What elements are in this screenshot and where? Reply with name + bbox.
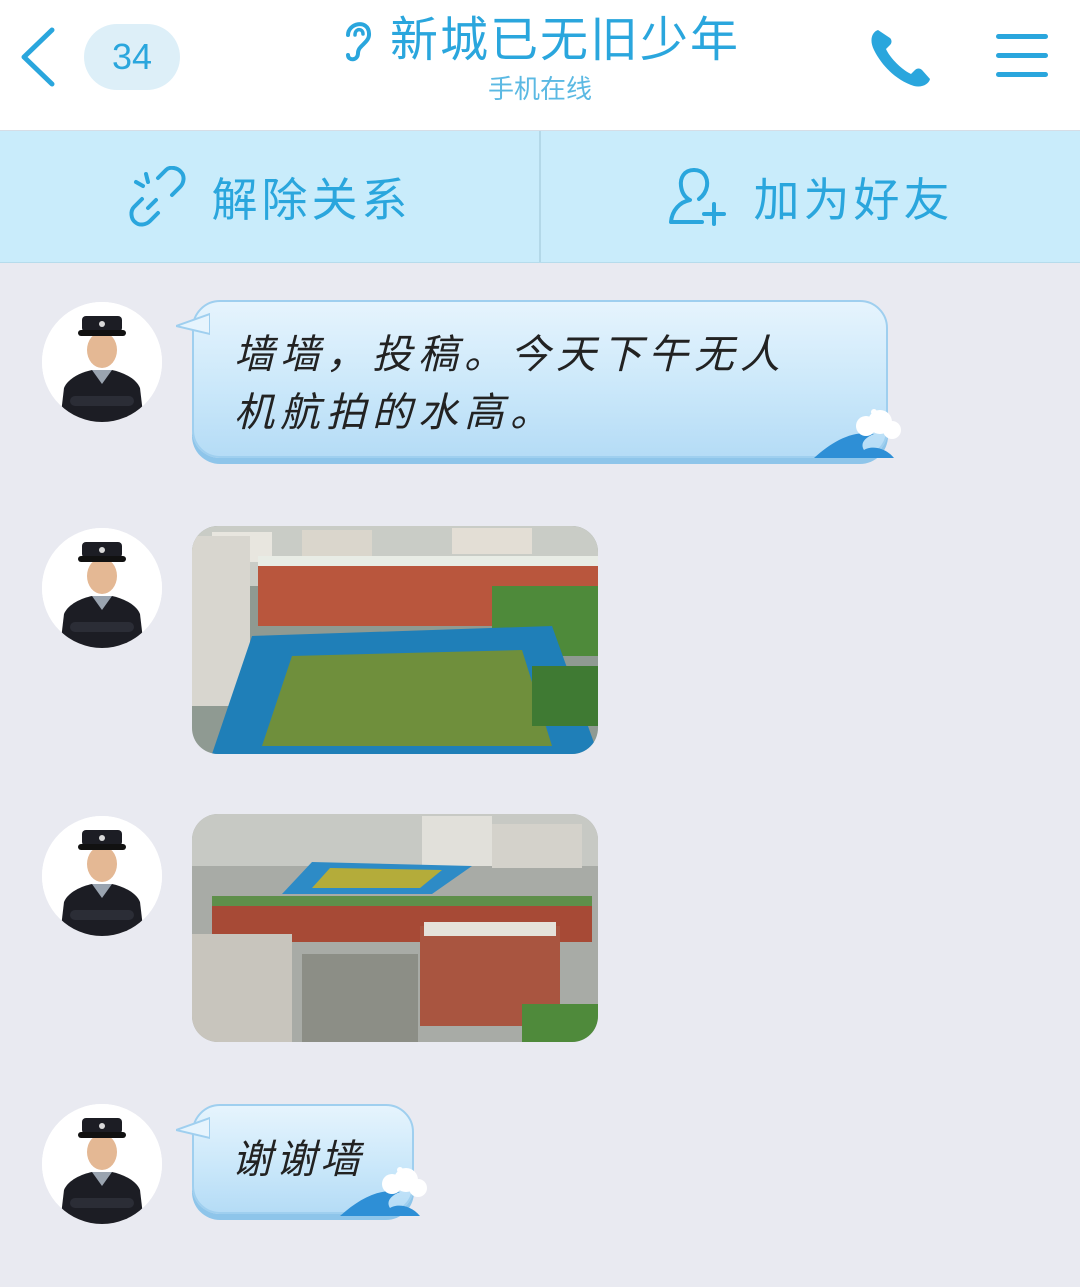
contact-status: 手机在线 bbox=[487, 75, 592, 105]
wave-decoration-icon bbox=[340, 1167, 427, 1216]
add-friend-button[interactable]: 加为好友 bbox=[541, 131, 1080, 262]
bubble-tail bbox=[176, 312, 210, 336]
add-friend-label: 加为好友 bbox=[753, 172, 954, 227]
chat-header: 34 新城已无旧少年 手机在线 bbox=[0, 0, 1080, 131]
back-chevron-icon[interactable] bbox=[14, 22, 64, 92]
unread-count-badge[interactable]: 34 bbox=[84, 24, 180, 90]
message-bubble[interactable]: 墙墙，投稿。今天下午无人 机航拍的水高。 bbox=[176, 300, 901, 458]
sender-avatar[interactable] bbox=[42, 302, 162, 422]
sender-avatar[interactable] bbox=[42, 1104, 162, 1224]
sender-avatar[interactable] bbox=[42, 816, 162, 936]
police-officer-avatar-image bbox=[42, 302, 162, 422]
message-line: 墙墙，投稿。今天下午无人 bbox=[234, 332, 786, 378]
message-image[interactable] bbox=[192, 814, 598, 1042]
sender-avatar[interactable] bbox=[42, 528, 162, 648]
add-friend-icon bbox=[668, 167, 726, 226]
police-officer-avatar-image bbox=[42, 528, 162, 648]
unlink-label: 解除关系 bbox=[211, 172, 412, 227]
aerial-school-buildings-image bbox=[192, 814, 598, 1042]
relationship-action-bar: 解除关系 加为好友 bbox=[0, 131, 1080, 263]
contact-name: 新城已无旧少年 bbox=[389, 12, 740, 68]
message-bubble[interactable]: 谢谢墙 bbox=[176, 1104, 427, 1216]
phone-icon[interactable] bbox=[866, 24, 936, 90]
aerial-school-field-image bbox=[192, 526, 598, 754]
unlink-button[interactable]: 解除关系 bbox=[0, 131, 539, 262]
wave-decoration-icon bbox=[814, 409, 901, 458]
contact-title[interactable]: 新城已无旧少年 手机在线 bbox=[300, 8, 780, 106]
menu-icon[interactable] bbox=[994, 30, 1050, 82]
bubble-tail bbox=[176, 1116, 210, 1140]
message-line: 机航拍的水高。 bbox=[234, 390, 556, 436]
ear-icon bbox=[345, 22, 371, 62]
police-officer-avatar-image bbox=[42, 816, 162, 936]
police-officer-avatar-image bbox=[42, 1104, 162, 1224]
message-text: 墙墙，投稿。今天下午无人 机航拍的水高。 bbox=[234, 326, 786, 442]
unlink-icon bbox=[129, 165, 185, 226]
message-image[interactable] bbox=[192, 526, 598, 754]
